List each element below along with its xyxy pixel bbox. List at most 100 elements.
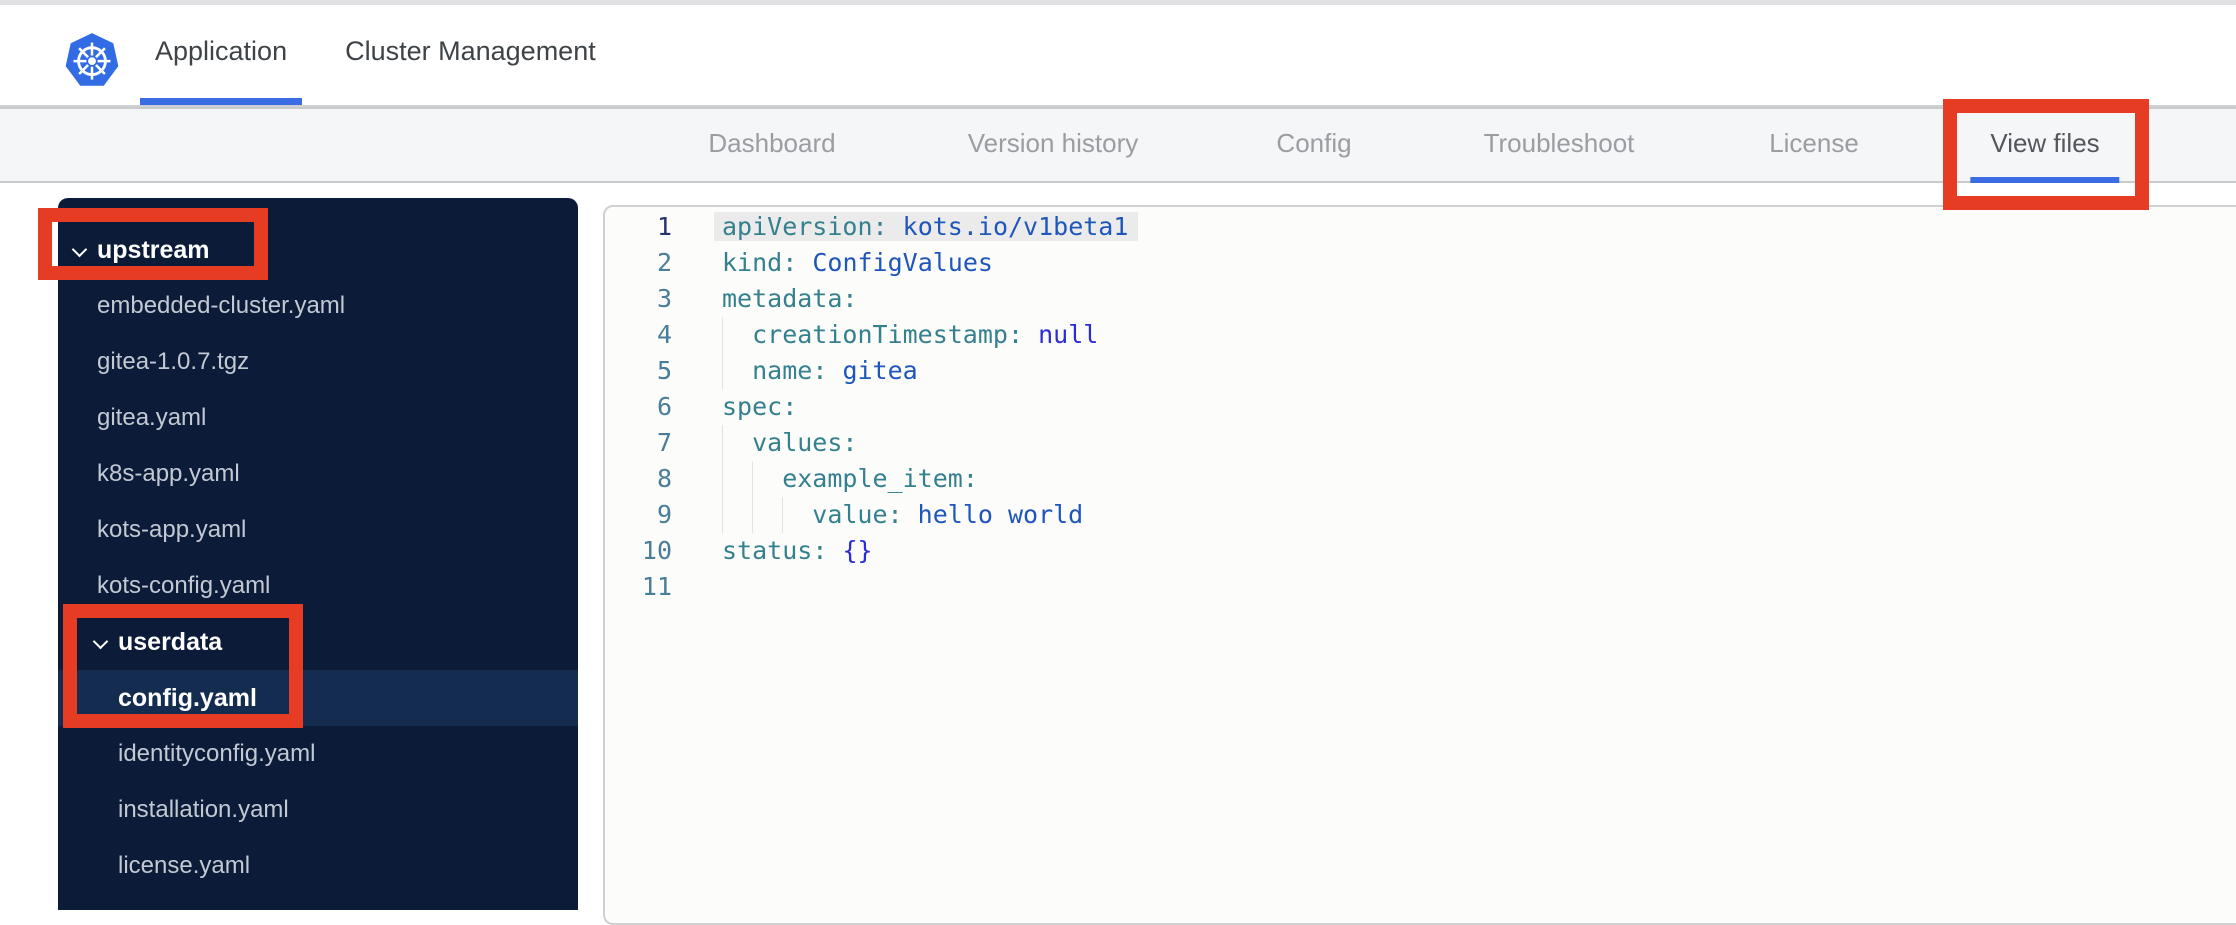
tree-item-label: k8s-app.yaml: [97, 460, 240, 487]
line-number: 6: [656, 392, 672, 421]
yaml-key: metadata: [722, 284, 843, 313]
header-tab-cluster-management[interactable]: Cluster Management: [330, 5, 611, 105]
code-line-5: name: gitea: [722, 353, 2236, 389]
code-line-1: apiVersion: kots.io/v1beta1: [722, 209, 2236, 245]
indent-guide: [752, 497, 782, 533]
yaml-colon: :: [842, 284, 858, 313]
yaml-code: apiVersion: kots.io/v1beta1 kind: ConfigV…: [672, 209, 2236, 605]
file-content-editor[interactable]: 1 2 3 4 5 6 7 8 9 10 11 apiVersion: kots.io/v1beta…: [603, 205, 2236, 925]
code-line-9: value: hello world: [722, 497, 2236, 533]
indent-guide: [722, 353, 752, 389]
tree-file-gitea-1.0.7.tgz[interactable]: gitea-1.0.7.tgz: [58, 334, 578, 390]
kubernetes-logo-svg: [65, 33, 119, 86]
tree-item-label: kots-app.yaml: [97, 516, 247, 543]
yaml-colon: :: [782, 248, 798, 277]
tree-file-identityconfig.yaml[interactable]: identityconfig.yaml: [58, 726, 578, 782]
app-subnav: Dashboard Version history Config Troublesho…: [0, 107, 2236, 183]
header-tab-bar: Application Cluster Management: [140, 5, 639, 105]
yaml-key: spec: [722, 392, 783, 421]
indent-guide: [722, 317, 752, 353]
yaml-key: status: [722, 536, 813, 565]
subnav-item-troubleshoot[interactable]: Troubleshoot: [1464, 109, 1655, 183]
yaml-colon: :: [872, 212, 888, 241]
tree-folder-userdata[interactable]: userdata: [58, 614, 578, 670]
yaml-value: null: [1038, 320, 1099, 349]
tree-item-label: upstream: [97, 235, 210, 264]
code-line-8: example_item:: [722, 461, 2236, 497]
tree-item-label: config.yaml: [118, 683, 257, 712]
yaml-colon: :: [962, 464, 978, 493]
tree-file-kots-config.yaml[interactable]: kots-config.yaml: [58, 558, 578, 614]
line-number: 7: [656, 428, 672, 457]
tree-file-license.yaml[interactable]: license.yaml: [58, 838, 578, 894]
line-number: 2: [656, 248, 672, 277]
yaml-colon: :: [1007, 320, 1024, 349]
yaml-value: ConfigValues: [812, 248, 993, 277]
subnav-item-version-history[interactable]: Version history: [948, 109, 1159, 183]
tree-file-kots-app.yaml[interactable]: kots-app.yaml: [58, 502, 578, 558]
chevron-down-icon: [93, 634, 109, 650]
tree-item-label: identityconfig.yaml: [118, 740, 316, 767]
tree-folder-upstream[interactable]: upstream: [58, 222, 578, 278]
indent-guide: [752, 461, 782, 497]
yaml-key: apiVersion: [722, 212, 873, 241]
yaml-colon: :: [887, 500, 903, 529]
code-line-7: values:: [722, 425, 2236, 461]
tree-item-label: kots-config.yaml: [97, 572, 271, 599]
line-number: 1: [656, 212, 672, 241]
yaml-key: value: [812, 500, 888, 529]
tree-item-label: license.yaml: [118, 852, 251, 879]
line-number: 11: [641, 572, 672, 601]
yaml-key: values: [752, 428, 843, 457]
subnav-item-config[interactable]: Config: [1256, 109, 1371, 183]
code-line-6: spec:: [722, 389, 2236, 425]
tree-item-label: installation.yaml: [118, 796, 289, 823]
subnav-item-view-files[interactable]: View files: [1970, 109, 2120, 183]
line-number: 8: [656, 464, 672, 493]
tree-item-label: gitea-1.0.7.tgz: [97, 348, 250, 375]
subnav-item-license[interactable]: License: [1749, 109, 1879, 183]
app-header: Application Cluster Management: [0, 5, 2236, 107]
yaml-key: example_item: [782, 464, 963, 493]
yaml-key: creationTimestamp: [752, 320, 1008, 349]
yaml-colon: :: [812, 356, 828, 385]
tree-file-config.yaml[interactable]: config.yaml: [58, 670, 578, 726]
line-number: 9: [656, 500, 672, 529]
file-tree-sidebar: upstream embedded-cluster.yaml gitea-1.0.7…: [58, 198, 578, 910]
tree-item-label: gitea.yaml: [97, 404, 207, 431]
indent-guide: [722, 461, 752, 497]
tree-file-installation.yaml[interactable]: installation.yaml: [58, 782, 578, 838]
code-line-3: metadata:: [722, 281, 2236, 317]
indent-guide: [722, 425, 752, 461]
line-number-gutter: 1 2 3 4 5 6 7 8 9 10 11: [605, 209, 672, 605]
code-line-10: status: {}: [722, 533, 2236, 569]
yaml-colon: :: [812, 536, 828, 565]
code-line-4: creationTimestamp: null: [722, 317, 2236, 353]
yaml-colon: :: [782, 392, 798, 421]
line-number: 10: [641, 536, 672, 565]
header-tab-application[interactable]: Application: [140, 5, 303, 105]
tree-file-gitea.yaml[interactable]: gitea.yaml: [58, 390, 578, 446]
chevron-down-icon: [72, 242, 88, 258]
yaml-colon: :: [842, 428, 858, 457]
yaml-value: hello world: [917, 500, 1084, 529]
tree-file-embedded-cluster.yaml[interactable]: embedded-cluster.yaml: [58, 278, 578, 334]
yaml-key: name: [752, 356, 813, 385]
yaml-value: kots.io/v1beta1: [902, 212, 1129, 241]
tree-item-label: userdata: [118, 627, 223, 656]
line-number: 3: [656, 284, 672, 313]
indent-guide: [722, 497, 752, 533]
yaml-value: gitea: [842, 356, 918, 385]
indent-guide: [782, 497, 812, 533]
line-number: 5: [656, 356, 672, 385]
yaml-value: {}: [842, 536, 873, 565]
yaml-key: kind: [722, 248, 783, 277]
kubernetes-logo-icon: [64, 30, 120, 90]
code-line-2: kind: ConfigValues: [722, 245, 2236, 281]
code-area: 1 2 3 4 5 6 7 8 9 10 11 apiVersion: kots.io/v1beta…: [605, 207, 2236, 605]
line-number: 4: [656, 320, 672, 349]
tree-item-label: embedded-cluster.yaml: [97, 292, 346, 319]
subnav-item-dashboard[interactable]: Dashboard: [688, 109, 855, 183]
tree-file-k8s-app.yaml[interactable]: k8s-app.yaml: [58, 446, 578, 502]
